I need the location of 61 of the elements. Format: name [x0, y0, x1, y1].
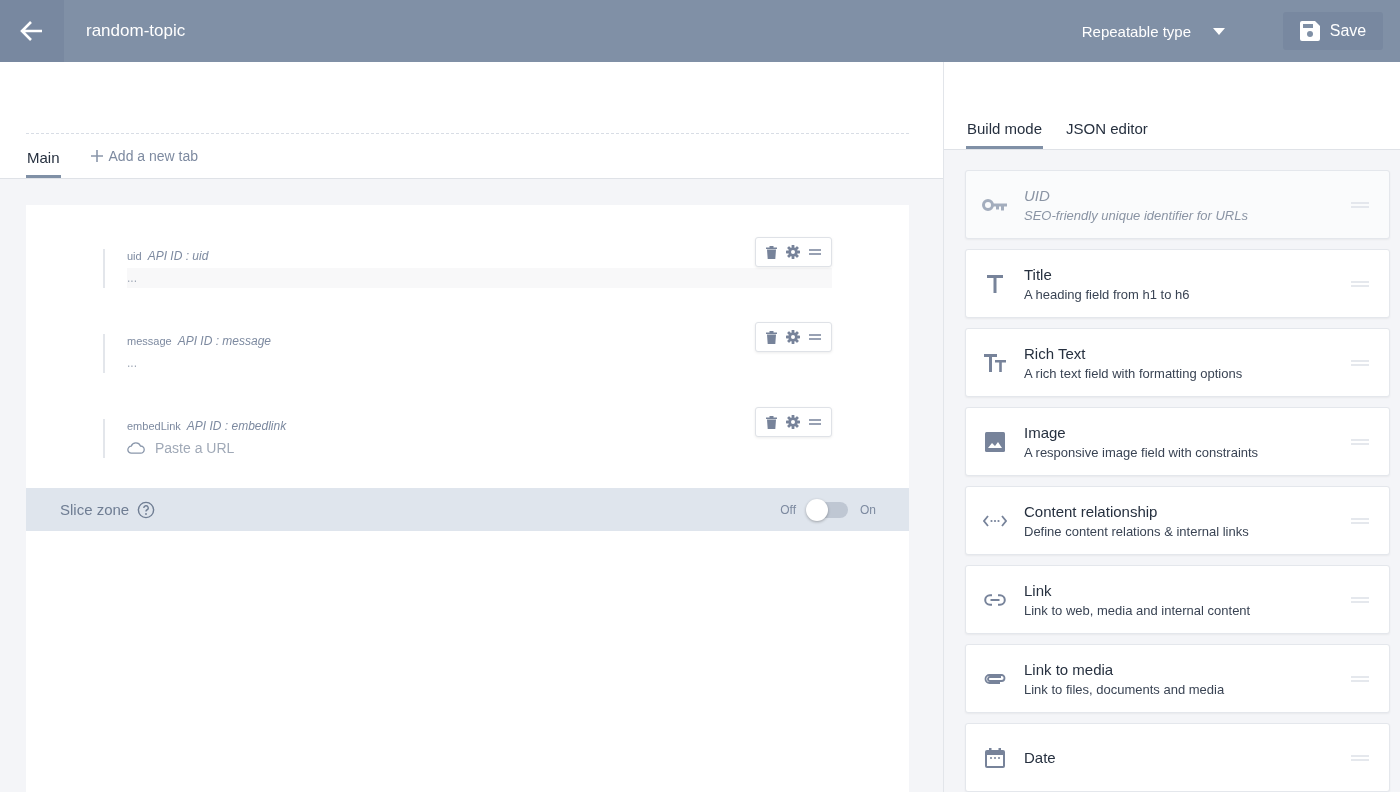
field-type-card[interactable]: Image A responsive image field with constraints [965, 407, 1390, 476]
field-type-card[interactable]: Title A heading field from h1 to h6 [965, 249, 1390, 318]
field-type-card[interactable]: Date [965, 723, 1390, 792]
field-type-title: Image [1024, 423, 1067, 441]
field-type-title: Link to media [1024, 660, 1115, 678]
slice-zone-toggle[interactable] [808, 501, 848, 518]
field-type-card[interactable]: Rich Text A rich text field with formatting options [965, 328, 1390, 397]
main-tab[interactable]: Main [26, 149, 61, 178]
slice-zone-label: Slice zone [60, 501, 130, 518]
back-button[interactable] [0, 0, 64, 62]
link-icon [984, 593, 1006, 606]
trash-icon[interactable] [766, 245, 777, 259]
drag-handle-icon[interactable] [809, 419, 821, 425]
api-id-label: API ID : message [177, 334, 271, 348]
field-type-title: Title [1024, 265, 1053, 283]
paperclip-icon [984, 672, 1006, 685]
document-title: random-topic [86, 21, 187, 41]
code-brackets-icon [983, 513, 1007, 528]
field-type-description: SEO-friendly unique identifier for URLs [1024, 207, 1249, 223]
plus-icon [90, 150, 103, 162]
cloud-icon [127, 442, 145, 454]
api-id-label: API ID : embedlink [186, 419, 287, 433]
field-label: message [127, 335, 172, 347]
field-type-title: UID [1024, 186, 1051, 204]
caret-icon [1213, 27, 1225, 35]
field-type-card[interactable]: Link Link to web, media and internal content [965, 565, 1390, 634]
field-type-description: A responsive image field with constraints [1024, 444, 1260, 460]
field-label: uid [127, 250, 142, 262]
text-t-icon [987, 274, 1003, 293]
field-type-card[interactable]: Link to media Link to files, documents and media [965, 644, 1390, 713]
settings-icon[interactable] [786, 330, 800, 344]
settings-icon[interactable] [786, 245, 800, 259]
save-button[interactable]: Save [1283, 12, 1383, 50]
on-label: On [860, 502, 876, 517]
settings-icon[interactable] [786, 415, 800, 429]
back-arrow-icon [20, 20, 44, 42]
text-size-icon [984, 353, 1006, 372]
trash-icon[interactable] [766, 330, 777, 344]
field-type-description: Link to web, media and internal content [1024, 602, 1252, 618]
calendar-icon [985, 747, 1005, 768]
drag-handle-icon[interactable] [809, 334, 821, 340]
field-type-description: Link to files, documents and media [1024, 681, 1226, 697]
off-label: Off [780, 502, 796, 517]
field-label: embedLink [127, 420, 181, 432]
api-id-label: API ID : uid [147, 249, 209, 263]
add-tab-button[interactable]: Add a new tab [90, 148, 199, 178]
side-tab[interactable]: JSON editor [1065, 120, 1149, 149]
field-type-title: Link [1024, 581, 1053, 599]
field-type-description: Define content relations & internal links [1024, 523, 1250, 539]
field-type-description: A heading field from h1 to h6 [1024, 286, 1191, 302]
field-type-title: Content relationship [1024, 502, 1159, 520]
image-icon [985, 431, 1005, 452]
field-type-description: A rich text field with formatting options [1024, 365, 1244, 381]
field-type-title: Rich Text [1024, 344, 1087, 362]
field-type-card[interactable]: Content relationship Define content relations & internal links [965, 486, 1390, 555]
field-type-title: Date [1024, 749, 1057, 766]
key-icon [982, 197, 1008, 212]
side-tab[interactable]: Build mode [966, 120, 1044, 149]
trash-icon[interactable] [766, 415, 777, 429]
help-icon[interactable] [137, 500, 156, 519]
drag-handle-icon[interactable] [809, 249, 821, 255]
